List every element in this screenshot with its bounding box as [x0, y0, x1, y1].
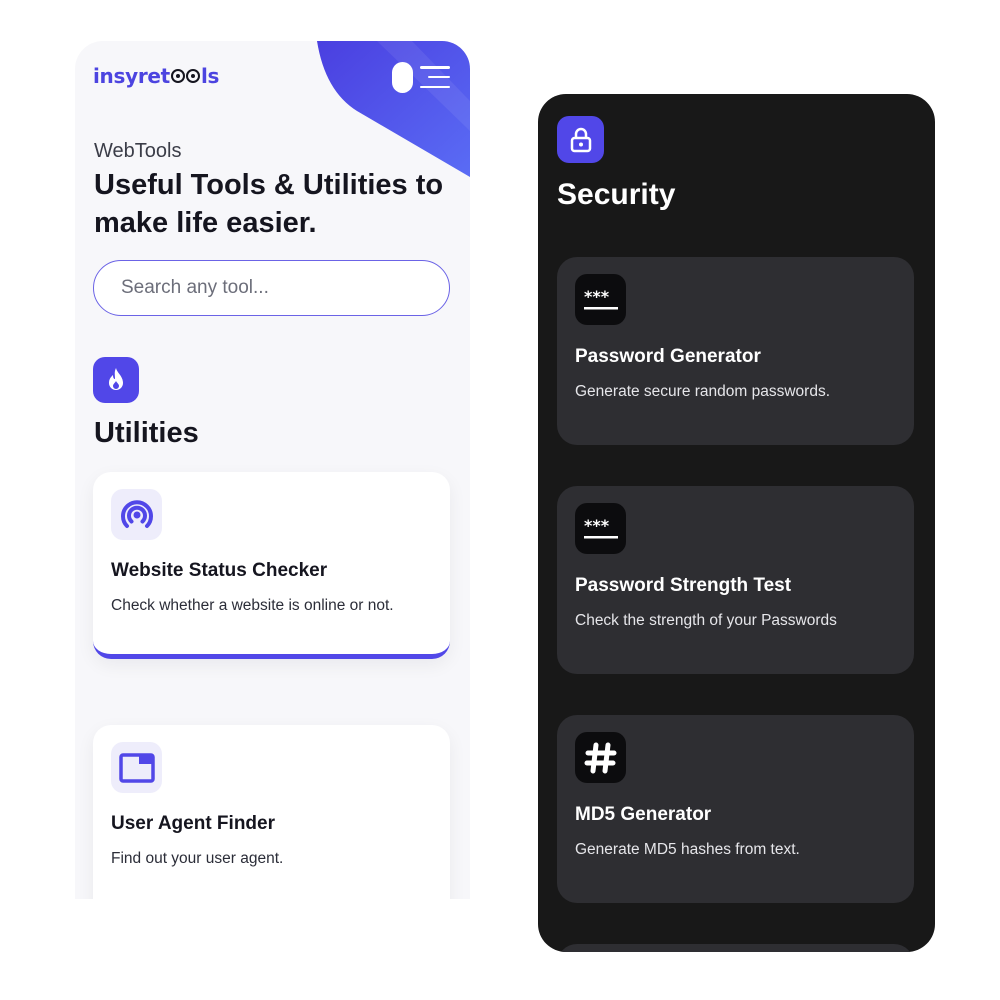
tool-card-password-strength-test[interactable]: *** Password Strength Test Check the str…: [557, 486, 914, 674]
hero-headline: Useful Tools & Utilities to make life ea…: [94, 169, 444, 239]
dark-phone-screen: Security *** Password Generator Generate…: [538, 94, 935, 952]
category-title-utilities: Utilities: [94, 417, 199, 449]
category-title-security: Security: [557, 178, 676, 211]
tool-description: Check whether a website is online or not…: [111, 597, 394, 614]
tool-description: Generate secure random passwords.: [575, 383, 831, 400]
logo-text-start: insyret: [93, 64, 170, 88]
hamburger-menu-icon[interactable]: [420, 64, 450, 90]
svg-text:***: ***: [584, 517, 610, 535]
tool-card-website-status-checker[interactable]: Website Status Checker Check whether a w…: [93, 472, 450, 659]
tool-card-user-agent-finder[interactable]: User Agent Finder Find out your user age…: [93, 725, 450, 899]
theme-toggle-icon[interactable]: [392, 62, 413, 93]
tool-description: Generate MD5 hashes from text.: [575, 841, 800, 858]
tool-name: Password Generator: [575, 346, 761, 367]
tool-card-md5-generator[interactable]: MD5 Generator Generate MD5 hashes from t…: [557, 715, 914, 903]
tool-name: MD5 Generator: [575, 804, 712, 825]
tool-card-partial[interactable]: [557, 944, 914, 952]
logo-text-end: ls: [200, 64, 220, 88]
tool-description: Find out your user agent.: [111, 850, 284, 867]
light-phone-screen: insyret ls WebTools Useful Tools & Utili…: [75, 41, 470, 899]
search-input[interactable]: [93, 260, 450, 316]
brand-logo[interactable]: insyret ls: [93, 61, 219, 91]
password-asterisk-icon: ***: [575, 503, 626, 554]
corner-gradient-decoration: [317, 41, 470, 177]
hero-kicker: WebTools: [94, 140, 182, 162]
lock-icon: [557, 116, 604, 163]
tool-description: Check the strength of your Passwords: [575, 612, 837, 629]
goggle-eyes-icon: [170, 69, 200, 83]
svg-text:***: ***: [584, 288, 610, 306]
hashtag-icon: [575, 732, 626, 783]
password-asterisk-icon: ***: [575, 274, 626, 325]
browser-window-icon: [111, 742, 162, 793]
tool-name: Website Status Checker: [111, 560, 328, 581]
tool-name: Password Strength Test: [575, 575, 792, 596]
tool-name: User Agent Finder: [111, 813, 275, 834]
flame-icon: [93, 357, 139, 403]
tool-card-password-generator[interactable]: *** Password Generator Generate secure r…: [557, 257, 914, 445]
broadcast-signal-icon: [111, 489, 162, 540]
